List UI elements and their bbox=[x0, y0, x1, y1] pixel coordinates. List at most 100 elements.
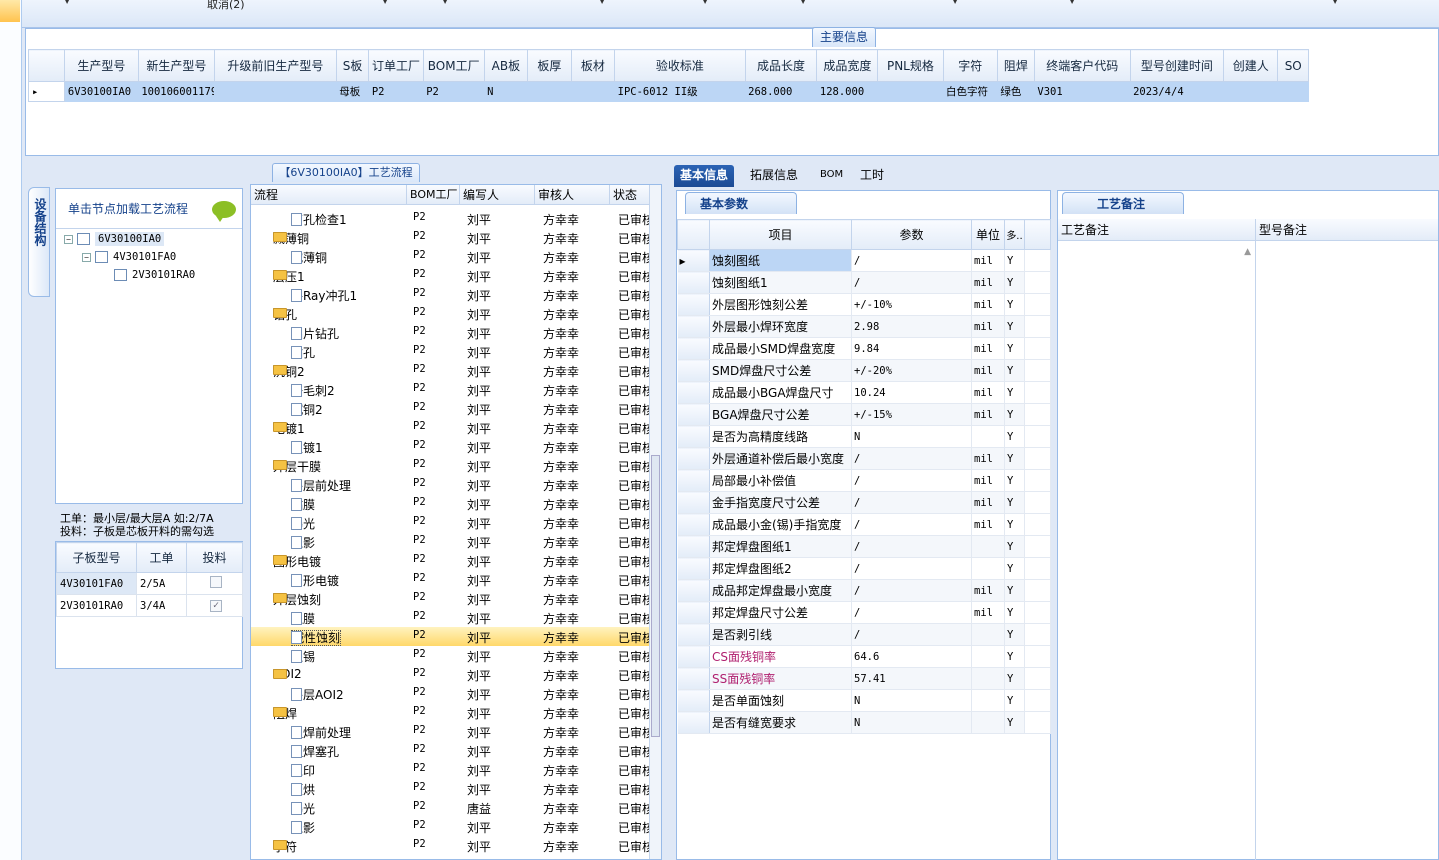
vertical-scrollbar[interactable] bbox=[649, 185, 661, 859]
process-row[interactable]: −图形电镀 P2 刘平 方幸幸 已审核 bbox=[251, 551, 651, 570]
row-selector[interactable] bbox=[677, 623, 710, 646]
column-header[interactable]: 型号创建时间 bbox=[1129, 49, 1225, 82]
param-value[interactable]: / bbox=[851, 513, 972, 536]
param-row[interactable]: 是否为高精度线路 N Y bbox=[677, 425, 1051, 448]
param-value[interactable]: / bbox=[851, 491, 972, 514]
process-row[interactable]: 退锡 P2 刘平 方幸幸 已审核 bbox=[251, 646, 651, 665]
process-row[interactable]: 外层AOI2 P2 刘平 方幸幸 已审核 bbox=[251, 684, 651, 703]
column-header[interactable]: 新生产型号 bbox=[137, 49, 215, 82]
table-row[interactable]: 4V30101FA0 2/5A bbox=[56, 572, 243, 595]
param-value[interactable]: / bbox=[851, 447, 972, 470]
column-header[interactable]: 板材 bbox=[570, 49, 616, 82]
cell[interactable] bbox=[1223, 81, 1278, 102]
param-value[interactable]: / bbox=[851, 535, 972, 558]
param-row[interactable]: 是否单面蚀刻 N Y bbox=[677, 689, 1051, 712]
dock-tab[interactable] bbox=[0, 0, 20, 22]
model-notes-area[interactable]: 型号备注 bbox=[1256, 219, 1438, 860]
param-value[interactable]: +/-10% bbox=[851, 293, 972, 316]
row-selector[interactable] bbox=[677, 337, 710, 360]
param-value[interactable]: 10.24 bbox=[851, 381, 972, 404]
cell[interactable]: V301 bbox=[1034, 81, 1131, 102]
row-selector[interactable] bbox=[677, 689, 710, 712]
process-row[interactable]: 显影 P2 刘平 方幸幸 已审核 bbox=[251, 817, 651, 836]
process-row[interactable]: 丝印 P2 刘平 方幸幸 已审核 bbox=[251, 760, 651, 779]
cell[interactable]: 绿色 bbox=[997, 81, 1035, 102]
row-selector[interactable] bbox=[677, 667, 710, 690]
row-selector[interactable] bbox=[677, 447, 710, 470]
tree-node[interactable]: − 6V30100IA0 bbox=[64, 232, 165, 246]
column-header[interactable]: SO bbox=[1277, 49, 1309, 82]
param-row[interactable]: 金手指宽度尺寸公差 / mil Y bbox=[677, 491, 1051, 514]
cell[interactable]: IPC-6012 II级 bbox=[614, 81, 746, 102]
chevron-down-icon[interactable]: ▼ bbox=[1332, 0, 1338, 5]
column-header[interactable]: 生产型号 bbox=[63, 49, 139, 82]
process-row[interactable]: −减薄铜 P2 刘平 方幸幸 已审核 bbox=[251, 228, 651, 247]
row-selector[interactable]: ▸ bbox=[28, 81, 65, 102]
cell[interactable]: 3/4A bbox=[136, 594, 187, 617]
process-row[interactable]: 显影 P2 刘平 方幸幸 已审核 bbox=[251, 532, 651, 551]
column-header[interactable]: 终端客户代码 bbox=[1033, 49, 1131, 82]
column-header[interactable]: S板 bbox=[335, 49, 370, 82]
tab-extended-info[interactable]: 拓展信息 bbox=[744, 165, 804, 187]
process-row[interactable]: 退膜 P2 刘平 方幸幸 已审核 bbox=[251, 608, 651, 627]
process-row[interactable]: 阻焊塞孔 P2 刘平 方幸幸 已审核 bbox=[251, 741, 651, 760]
param-row[interactable]: 成品最小金(锡)手指宽度 / mil Y bbox=[677, 513, 1051, 536]
cell[interactable]: 6V30100IA0 bbox=[64, 81, 139, 102]
row-selector[interactable] bbox=[677, 271, 710, 294]
process-row[interactable]: −阻焊 P2 刘平 方幸幸 已审核 bbox=[251, 703, 651, 722]
col-status[interactable]: 状态 bbox=[610, 185, 651, 204]
col-multi[interactable]: 多.. bbox=[1004, 219, 1025, 250]
cell[interactable]: 4V30101FA0 bbox=[56, 572, 137, 595]
row-selector[interactable] bbox=[677, 645, 710, 668]
col-work-order[interactable]: 工单 bbox=[136, 542, 187, 573]
column-header[interactable]: 成品宽度 bbox=[816, 49, 879, 82]
process-row[interactable]: 曝光 P2 刘平 方幸幸 已审核 bbox=[251, 513, 651, 532]
tab-work-hours[interactable]: 工时 bbox=[854, 165, 890, 187]
cell[interactable]: P2 bbox=[423, 81, 485, 102]
row-selector[interactable] bbox=[677, 425, 710, 448]
row-selector[interactable] bbox=[677, 601, 710, 624]
cancel-button[interactable]: 取消(2) bbox=[207, 0, 245, 12]
process-row[interactable]: −沉铜2 P2 刘平 方幸幸 已审核 bbox=[251, 361, 651, 380]
collapse-icon[interactable]: − bbox=[82, 252, 91, 262]
process-row[interactable]: 去毛刺2 P2 刘平 方幸幸 已审核 bbox=[251, 380, 651, 399]
params-tab[interactable]: 基本参数 bbox=[685, 192, 797, 214]
param-row[interactable]: 邦定焊盘图纸1/ Y bbox=[677, 535, 1051, 558]
process-row[interactable]: 预烘 P2 刘平 方幸幸 已审核 bbox=[251, 779, 651, 798]
column-header[interactable]: 阻焊 bbox=[996, 49, 1035, 82]
process-row[interactable]: 阻焊前处理 P2 刘平 方幸幸 已审核 bbox=[251, 722, 651, 741]
process-row[interactable]: 板镀1 P2 刘平 方幸幸 已审核 bbox=[251, 437, 651, 456]
tree-node[interactable]: − 4V30101FA0 bbox=[82, 251, 176, 263]
chevron-down-icon[interactable]: ▼ bbox=[1069, 0, 1075, 5]
process-row[interactable]: 外层前处理 P2 刘平 方幸幸 已审核 bbox=[251, 475, 651, 494]
cell[interactable]: 2/5A bbox=[136, 572, 187, 595]
column-header[interactable]: 成品长度 bbox=[744, 49, 818, 82]
row-selector[interactable] bbox=[677, 535, 710, 558]
process-row[interactable]: 碱性蚀刻 P2 刘平 方幸幸 已审核 bbox=[251, 627, 651, 646]
process-row[interactable]: 铝片钻孔 P2 刘平 方幸幸 已审核 bbox=[251, 323, 651, 342]
column-header[interactable]: 板厚 bbox=[527, 49, 572, 82]
chevron-down-icon[interactable]: ▼ bbox=[64, 0, 70, 5]
param-row[interactable]: BGA焊盘尺寸公差 +/-15% mil Y bbox=[677, 403, 1051, 426]
process-row[interactable]: −层压1 P2 刘平 方幸幸 已审核 bbox=[251, 266, 651, 285]
process-row[interactable]: −AOI2 P2 刘平 方幸幸 已审核 bbox=[251, 665, 651, 684]
column-header[interactable]: 验收标准 bbox=[614, 49, 746, 82]
param-value[interactable]: / bbox=[851, 271, 972, 294]
row-selector[interactable] bbox=[677, 711, 710, 734]
row-selector[interactable] bbox=[677, 403, 710, 426]
param-value[interactable]: / bbox=[851, 623, 972, 646]
col-bom-factory[interactable]: BOM工厂 bbox=[407, 185, 460, 204]
row-selector[interactable] bbox=[677, 557, 710, 580]
param-value[interactable]: N bbox=[851, 689, 972, 712]
tab-bom[interactable]: BOM bbox=[814, 165, 849, 187]
param-value[interactable]: 9.84 bbox=[851, 337, 972, 360]
param-row[interactable]: 邦定焊盘图纸2/ Y bbox=[677, 557, 1051, 580]
process-row[interactable]: 沉铜2 P2 刘平 方幸幸 已审核 bbox=[251, 399, 651, 418]
process-row[interactable]: −钻孔 P2 刘平 方幸幸 已审核 bbox=[251, 304, 651, 323]
process-row[interactable]: −字符 P2 刘平 方幸幸 已审核 bbox=[251, 836, 651, 855]
row-selector[interactable] bbox=[677, 293, 710, 316]
chevron-down-icon[interactable]: ▼ bbox=[382, 0, 388, 5]
param-row[interactable]: 是否有缝宽要求 N Y bbox=[677, 711, 1051, 734]
process-row[interactable]: 曝光 P2 唐益 方幸幸 已审核 bbox=[251, 798, 651, 817]
cell[interactable] bbox=[214, 81, 337, 102]
